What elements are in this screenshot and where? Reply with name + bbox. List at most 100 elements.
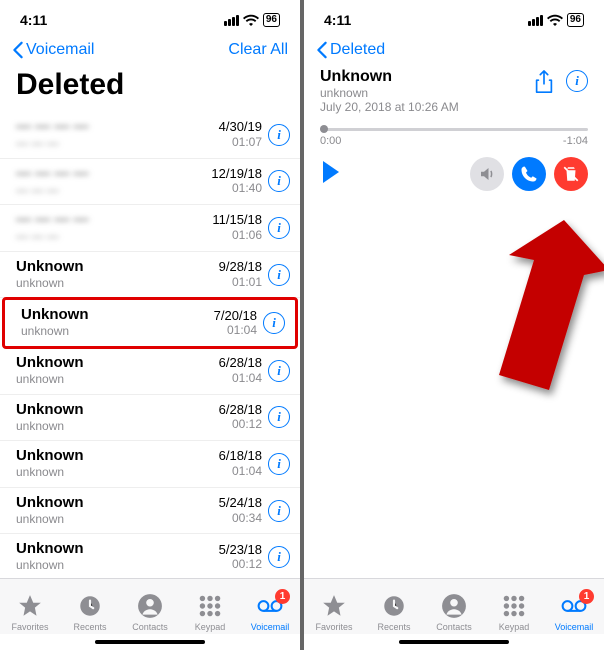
status-time: 4:11 bbox=[324, 12, 351, 28]
vm-duration: 01:01 bbox=[219, 275, 262, 291]
playback-track[interactable]: 0:00 -1:04 bbox=[320, 128, 588, 147]
voicemail-row[interactable]: Unknownunknown6/28/1801:04i bbox=[0, 348, 300, 395]
home-indicator bbox=[304, 634, 604, 650]
time-remaining: -1:04 bbox=[563, 135, 588, 147]
vm-date: 5/23/18 bbox=[219, 542, 262, 558]
tab-label: Favorites bbox=[11, 622, 48, 632]
voicemail-row[interactable]: — — — —— — —4/30/1901:07i bbox=[0, 112, 300, 159]
voicemail-row[interactable]: Unknownunknown7/20/1801:04i bbox=[2, 297, 298, 349]
vm-date: 6/18/18 bbox=[219, 448, 262, 464]
status-right: 96 bbox=[528, 13, 584, 27]
tab-recents[interactable]: Recents bbox=[62, 593, 118, 632]
voicemail-row[interactable]: Unknownunknown6/28/1800:12i bbox=[0, 395, 300, 442]
badge: 1 bbox=[579, 589, 594, 604]
phone-right: 4:11 96 Deleted Unknown unknown July 20,… bbox=[304, 0, 604, 650]
clear-all-button[interactable]: Clear All bbox=[228, 41, 288, 59]
battery-icon: 96 bbox=[567, 13, 584, 27]
vm-title: Unknown bbox=[16, 447, 219, 465]
vm-title: Unknown bbox=[16, 494, 219, 512]
info-button[interactable]: i bbox=[268, 453, 290, 475]
info-button[interactable]: i bbox=[268, 406, 290, 428]
voicemail-row[interactable]: Unknownunknown9/28/1801:01i bbox=[0, 252, 300, 299]
wifi-icon bbox=[243, 14, 259, 26]
info-button[interactable]: i bbox=[268, 360, 290, 382]
tab-label: Contacts bbox=[132, 622, 168, 632]
vm-title: Unknown bbox=[16, 258, 219, 276]
vm-duration: 01:06 bbox=[212, 228, 262, 244]
vm-sub: unknown bbox=[16, 558, 219, 574]
info-button[interactable]: i bbox=[268, 500, 290, 522]
tab-favorites[interactable]: Favorites bbox=[306, 593, 362, 632]
signal-icon bbox=[528, 15, 543, 26]
battery-icon: 96 bbox=[263, 13, 280, 27]
vm-title: Unknown bbox=[16, 540, 219, 558]
phone-left: 4:11 96 Voicemail Clear All Deleted — — … bbox=[0, 0, 300, 650]
voicemail-row[interactable]: — — — —— — —12/19/1801:40i bbox=[0, 159, 300, 206]
tab-favorites[interactable]: Favorites bbox=[2, 593, 58, 632]
tab-label: Recents bbox=[73, 622, 106, 632]
vm-date: 6/28/18 bbox=[219, 355, 262, 371]
nav-bar: Deleted bbox=[304, 34, 604, 64]
back-label: Voicemail bbox=[26, 41, 94, 59]
voicemail-row[interactable]: Unknownunknown6/18/1801:04 i bbox=[0, 441, 300, 488]
vm-date: 4/30/19 bbox=[219, 119, 262, 135]
chevron-left-icon bbox=[316, 41, 328, 59]
vm-date: 12/19/18 bbox=[211, 166, 262, 182]
vm-sub: — — — bbox=[16, 229, 212, 245]
tab-label: Favorites bbox=[315, 622, 352, 632]
back-button[interactable]: Voicemail bbox=[12, 41, 94, 59]
status-time: 4:11 bbox=[20, 12, 47, 28]
info-button[interactable]: i bbox=[263, 312, 285, 334]
vm-title: Unknown bbox=[16, 354, 219, 372]
share-button[interactable] bbox=[534, 70, 554, 99]
tab-label: Voicemail bbox=[251, 622, 290, 632]
info-button[interactable]: i bbox=[268, 217, 290, 239]
tab-contacts[interactable]: Contacts bbox=[122, 593, 178, 632]
info-button[interactable]: i bbox=[268, 170, 290, 192]
chevron-left-icon bbox=[12, 41, 24, 59]
detail-title: Unknown bbox=[320, 68, 534, 86]
vm-duration: 01:40 bbox=[211, 181, 262, 197]
vm-title: Unknown bbox=[21, 306, 214, 324]
info-button[interactable]: i bbox=[566, 70, 588, 92]
play-button[interactable] bbox=[320, 160, 342, 189]
vm-sub: unknown bbox=[16, 465, 219, 481]
tab-label: Contacts bbox=[436, 622, 472, 632]
tab-label: Keypad bbox=[195, 622, 226, 632]
tab-voicemail[interactable]: Voicemail1 bbox=[546, 593, 602, 632]
tab-keypad[interactable]: Keypad bbox=[486, 593, 542, 632]
badge: 1 bbox=[275, 589, 290, 604]
recents-icon bbox=[77, 593, 103, 621]
vm-duration: 01:04 bbox=[219, 464, 262, 480]
nav-bar: Voicemail Clear All bbox=[0, 34, 300, 64]
voicemail-list[interactable]: — — — —— — —4/30/1901:07i— — — —— — —12/… bbox=[0, 112, 300, 578]
status-bar: 4:11 96 bbox=[304, 0, 604, 34]
tab-contacts[interactable]: Contacts bbox=[426, 593, 482, 632]
status-right: 96 bbox=[224, 13, 280, 27]
vm-sub: unknown bbox=[16, 276, 219, 292]
scrub-knob[interactable] bbox=[320, 125, 328, 133]
detail-timestamp: July 20, 2018 at 10:26 AM bbox=[320, 100, 534, 114]
info-button[interactable]: i bbox=[268, 546, 290, 568]
vm-date: 11/15/18 bbox=[212, 212, 262, 228]
speaker-button[interactable] bbox=[470, 157, 504, 191]
tab-voicemail[interactable]: Voicemail1 bbox=[242, 593, 298, 632]
voicemail-row[interactable]: — — — —— — —11/15/1801:06i bbox=[0, 205, 300, 252]
voicemail-detail: Unknown unknown July 20, 2018 at 10:26 A… bbox=[304, 64, 604, 191]
tab-recents[interactable]: Recents bbox=[366, 593, 422, 632]
back-button[interactable]: Deleted bbox=[316, 41, 385, 59]
vm-title: Unknown bbox=[16, 401, 219, 419]
vm-date: 5/24/18 bbox=[219, 495, 262, 511]
tab-label: Voicemail bbox=[555, 622, 594, 632]
voicemail-row[interactable]: Unknownunknown5/23/1800:12i bbox=[0, 534, 300, 578]
info-button[interactable]: i bbox=[268, 264, 290, 286]
tab-bar: FavoritesRecentsContactsKeypadVoicemail1 bbox=[0, 578, 300, 634]
info-button[interactable]: i bbox=[268, 124, 290, 146]
undelete-button[interactable] bbox=[554, 157, 588, 191]
keypad-icon bbox=[501, 593, 527, 621]
contacts-icon bbox=[441, 593, 467, 621]
tab-keypad[interactable]: Keypad bbox=[182, 593, 238, 632]
share-icon bbox=[534, 70, 554, 94]
voicemail-row[interactable]: Unknownunknown5/24/1800:34i bbox=[0, 488, 300, 535]
call-button[interactable] bbox=[512, 157, 546, 191]
